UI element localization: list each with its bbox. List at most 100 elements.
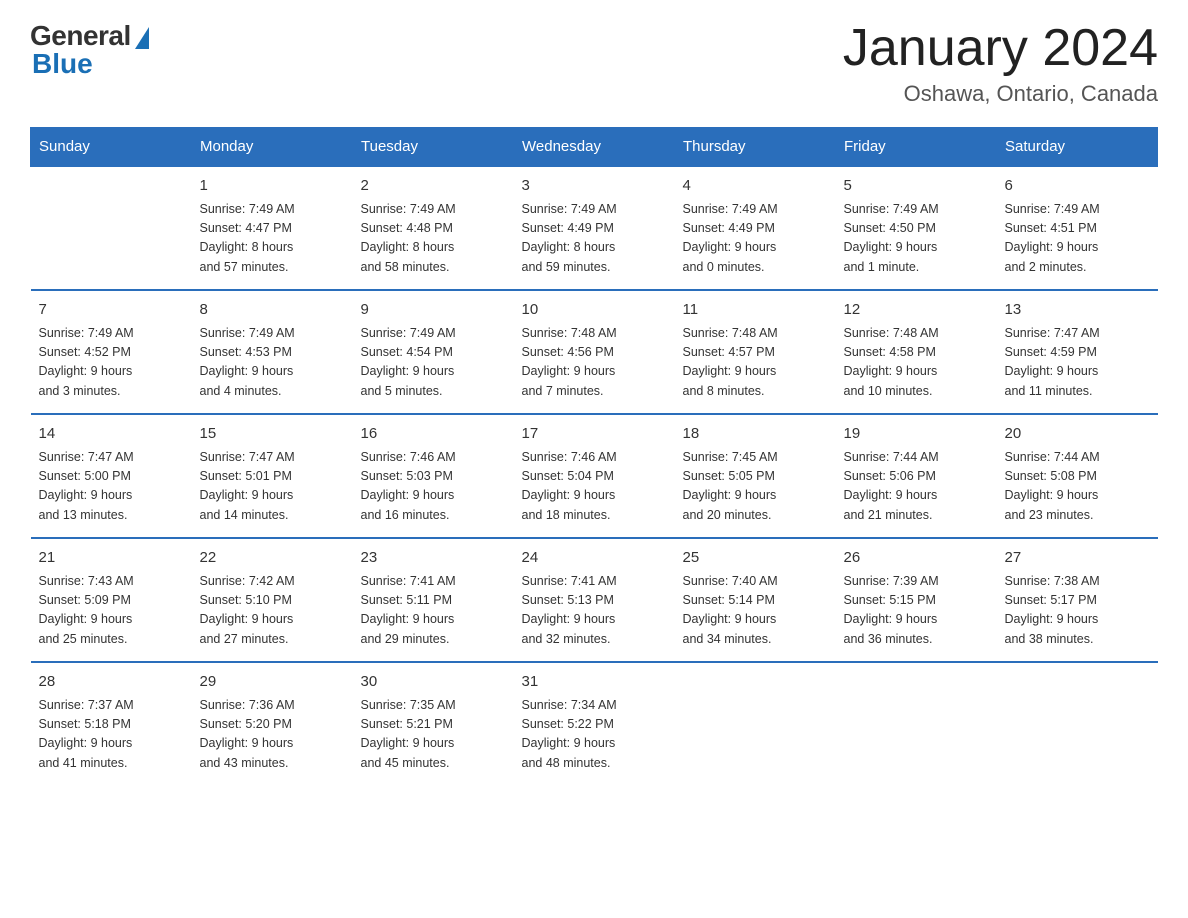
day-info: Sunrise: 7:48 AM Sunset: 4:56 PM Dayligh… — [522, 324, 667, 402]
day-number: 11 — [683, 299, 828, 322]
day-header-wednesday: Wednesday — [514, 128, 675, 167]
week-row-4: 21Sunrise: 7:43 AM Sunset: 5:09 PM Dayli… — [31, 538, 1158, 662]
month-title: January 2024 — [843, 20, 1158, 77]
day-cell: 2Sunrise: 7:49 AM Sunset: 4:48 PM Daylig… — [353, 166, 514, 290]
day-number: 27 — [1005, 547, 1150, 570]
day-cell: 7Sunrise: 7:49 AM Sunset: 4:52 PM Daylig… — [31, 290, 192, 414]
day-cell: 25Sunrise: 7:40 AM Sunset: 5:14 PM Dayli… — [675, 538, 836, 662]
day-number: 22 — [200, 547, 345, 570]
day-cell: 4Sunrise: 7:49 AM Sunset: 4:49 PM Daylig… — [675, 166, 836, 290]
day-info: Sunrise: 7:49 AM Sunset: 4:48 PM Dayligh… — [361, 200, 506, 278]
logo-triangle-icon — [135, 27, 149, 49]
day-info: Sunrise: 7:42 AM Sunset: 5:10 PM Dayligh… — [200, 572, 345, 650]
day-cell: 17Sunrise: 7:46 AM Sunset: 5:04 PM Dayli… — [514, 414, 675, 538]
day-number: 31 — [522, 671, 667, 694]
day-number: 1 — [200, 175, 345, 198]
day-cell: 23Sunrise: 7:41 AM Sunset: 5:11 PM Dayli… — [353, 538, 514, 662]
day-info: Sunrise: 7:49 AM Sunset: 4:53 PM Dayligh… — [200, 324, 345, 402]
day-info: Sunrise: 7:49 AM Sunset: 4:50 PM Dayligh… — [844, 200, 989, 278]
day-info: Sunrise: 7:48 AM Sunset: 4:58 PM Dayligh… — [844, 324, 989, 402]
day-cell: 14Sunrise: 7:47 AM Sunset: 5:00 PM Dayli… — [31, 414, 192, 538]
day-info: Sunrise: 7:49 AM Sunset: 4:52 PM Dayligh… — [39, 324, 184, 402]
day-cell — [836, 662, 997, 785]
day-info: Sunrise: 7:41 AM Sunset: 5:11 PM Dayligh… — [361, 572, 506, 650]
day-cell: 9Sunrise: 7:49 AM Sunset: 4:54 PM Daylig… — [353, 290, 514, 414]
day-info: Sunrise: 7:43 AM Sunset: 5:09 PM Dayligh… — [39, 572, 184, 650]
day-info: Sunrise: 7:47 AM Sunset: 5:00 PM Dayligh… — [39, 448, 184, 526]
day-cell: 1Sunrise: 7:49 AM Sunset: 4:47 PM Daylig… — [192, 166, 353, 290]
calendar-body: 1Sunrise: 7:49 AM Sunset: 4:47 PM Daylig… — [31, 166, 1158, 785]
day-number: 18 — [683, 423, 828, 446]
day-info: Sunrise: 7:49 AM Sunset: 4:49 PM Dayligh… — [683, 200, 828, 278]
day-info: Sunrise: 7:44 AM Sunset: 5:06 PM Dayligh… — [844, 448, 989, 526]
day-cell: 24Sunrise: 7:41 AM Sunset: 5:13 PM Dayli… — [514, 538, 675, 662]
day-info: Sunrise: 7:35 AM Sunset: 5:21 PM Dayligh… — [361, 696, 506, 774]
day-header-monday: Monday — [192, 128, 353, 167]
calendar-table: SundayMondayTuesdayWednesdayThursdayFrid… — [30, 127, 1158, 785]
page-header: General Blue January 2024 Oshawa, Ontari… — [30, 20, 1158, 107]
day-cell: 29Sunrise: 7:36 AM Sunset: 5:20 PM Dayli… — [192, 662, 353, 785]
day-number: 25 — [683, 547, 828, 570]
day-number: 13 — [1005, 299, 1150, 322]
day-number: 26 — [844, 547, 989, 570]
day-number: 21 — [39, 547, 184, 570]
logo-blue-text: Blue — [32, 48, 93, 80]
day-number: 23 — [361, 547, 506, 570]
day-info: Sunrise: 7:39 AM Sunset: 5:15 PM Dayligh… — [844, 572, 989, 650]
day-info: Sunrise: 7:34 AM Sunset: 5:22 PM Dayligh… — [522, 696, 667, 774]
day-cell — [675, 662, 836, 785]
day-cell — [997, 662, 1158, 785]
day-number: 8 — [200, 299, 345, 322]
day-cell: 5Sunrise: 7:49 AM Sunset: 4:50 PM Daylig… — [836, 166, 997, 290]
day-cell: 3Sunrise: 7:49 AM Sunset: 4:49 PM Daylig… — [514, 166, 675, 290]
day-info: Sunrise: 7:41 AM Sunset: 5:13 PM Dayligh… — [522, 572, 667, 650]
day-number: 24 — [522, 547, 667, 570]
day-info: Sunrise: 7:46 AM Sunset: 5:04 PM Dayligh… — [522, 448, 667, 526]
day-number: 9 — [361, 299, 506, 322]
day-cell: 20Sunrise: 7:44 AM Sunset: 5:08 PM Dayli… — [997, 414, 1158, 538]
day-info: Sunrise: 7:45 AM Sunset: 5:05 PM Dayligh… — [683, 448, 828, 526]
day-info: Sunrise: 7:49 AM Sunset: 4:47 PM Dayligh… — [200, 200, 345, 278]
day-number: 10 — [522, 299, 667, 322]
day-info: Sunrise: 7:38 AM Sunset: 5:17 PM Dayligh… — [1005, 572, 1150, 650]
day-cell: 28Sunrise: 7:37 AM Sunset: 5:18 PM Dayli… — [31, 662, 192, 785]
day-cell: 19Sunrise: 7:44 AM Sunset: 5:06 PM Dayli… — [836, 414, 997, 538]
calendar-header: SundayMondayTuesdayWednesdayThursdayFrid… — [31, 128, 1158, 167]
day-number: 14 — [39, 423, 184, 446]
day-info: Sunrise: 7:40 AM Sunset: 5:14 PM Dayligh… — [683, 572, 828, 650]
day-cell: 13Sunrise: 7:47 AM Sunset: 4:59 PM Dayli… — [997, 290, 1158, 414]
day-cell: 11Sunrise: 7:48 AM Sunset: 4:57 PM Dayli… — [675, 290, 836, 414]
day-cell: 30Sunrise: 7:35 AM Sunset: 5:21 PM Dayli… — [353, 662, 514, 785]
day-cell: 27Sunrise: 7:38 AM Sunset: 5:17 PM Dayli… — [997, 538, 1158, 662]
day-cell: 16Sunrise: 7:46 AM Sunset: 5:03 PM Dayli… — [353, 414, 514, 538]
day-cell: 18Sunrise: 7:45 AM Sunset: 5:05 PM Dayli… — [675, 414, 836, 538]
day-info: Sunrise: 7:44 AM Sunset: 5:08 PM Dayligh… — [1005, 448, 1150, 526]
day-number: 2 — [361, 175, 506, 198]
week-row-1: 1Sunrise: 7:49 AM Sunset: 4:47 PM Daylig… — [31, 166, 1158, 290]
day-info: Sunrise: 7:37 AM Sunset: 5:18 PM Dayligh… — [39, 696, 184, 774]
day-header-sunday: Sunday — [31, 128, 192, 167]
day-number: 6 — [1005, 175, 1150, 198]
week-row-5: 28Sunrise: 7:37 AM Sunset: 5:18 PM Dayli… — [31, 662, 1158, 785]
day-number: 12 — [844, 299, 989, 322]
day-header-tuesday: Tuesday — [353, 128, 514, 167]
day-cell: 8Sunrise: 7:49 AM Sunset: 4:53 PM Daylig… — [192, 290, 353, 414]
day-info: Sunrise: 7:47 AM Sunset: 5:01 PM Dayligh… — [200, 448, 345, 526]
day-info: Sunrise: 7:49 AM Sunset: 4:51 PM Dayligh… — [1005, 200, 1150, 278]
day-cell: 26Sunrise: 7:39 AM Sunset: 5:15 PM Dayli… — [836, 538, 997, 662]
day-info: Sunrise: 7:48 AM Sunset: 4:57 PM Dayligh… — [683, 324, 828, 402]
day-cell — [31, 166, 192, 290]
week-row-2: 7Sunrise: 7:49 AM Sunset: 4:52 PM Daylig… — [31, 290, 1158, 414]
day-number: 15 — [200, 423, 345, 446]
day-cell: 31Sunrise: 7:34 AM Sunset: 5:22 PM Dayli… — [514, 662, 675, 785]
day-header-thursday: Thursday — [675, 128, 836, 167]
day-number: 28 — [39, 671, 184, 694]
day-number: 29 — [200, 671, 345, 694]
day-header-friday: Friday — [836, 128, 997, 167]
day-number: 17 — [522, 423, 667, 446]
day-header-saturday: Saturday — [997, 128, 1158, 167]
logo: General Blue — [30, 20, 149, 80]
day-number: 7 — [39, 299, 184, 322]
location-title: Oshawa, Ontario, Canada — [843, 81, 1158, 107]
day-cell: 15Sunrise: 7:47 AM Sunset: 5:01 PM Dayli… — [192, 414, 353, 538]
